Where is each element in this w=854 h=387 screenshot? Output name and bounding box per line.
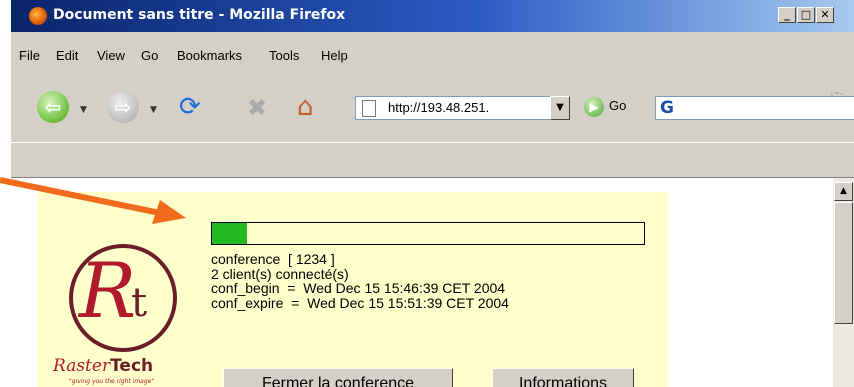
browser-window: Document sans titre - Mozilla Firefox _ … [11,0,854,387]
title-bar: Document sans titre - Mozilla Firefox _ … [11,0,854,32]
menu-tools[interactable]: Tools [269,48,299,63]
close-button[interactable]: ✕ [816,7,834,23]
progress-fill [212,223,247,244]
menu-bookmarks[interactable]: Bookmarks [177,48,242,63]
arrow-left-icon: ⇦ [44,95,62,119]
forward-history-dropdown[interactable]: ▼ [150,105,157,115]
conf-expire-line: conf_expire = Wed Dec 15 15:51:39 CET 20… [211,294,509,311]
menu-file[interactable]: File [19,48,40,63]
clients-connected-line: 2 client(s) connecté(s) [211,265,349,282]
logo-t-glyph: t [131,280,148,326]
navigation-toolbar: ⇦ ▼ ⇨ ▼ ⟳ ✖ ⌂ http://193.48.251. ▼ ▶ Go … [11,84,854,140]
reload-icon[interactable]: ⟳ [179,92,213,122]
menu-help[interactable]: Help [321,48,348,63]
minimize-button[interactable]: _ [778,7,796,23]
vertical-scrollbar[interactable]: ▲ [833,178,854,387]
url-dropdown-button[interactable]: ▼ [550,96,570,120]
url-bar[interactable]: http://193.48.251. [355,96,551,120]
menu-go[interactable]: Go [141,48,158,63]
conference-panel: R t RasterTech "giving you the right ima… [37,192,668,387]
home-icon[interactable]: ⌂ [297,92,331,122]
logo-r-glyph: R [79,246,137,335]
conference-id-line: conference [ 1234 ] [211,251,335,267]
arrow-right-icon: ⇨ [114,95,132,119]
go-button[interactable]: Go [609,98,626,113]
logo-brand-raster: Raster [53,356,111,376]
page-icon [362,100,376,117]
url-text: http://193.48.251. [388,100,490,115]
back-button[interactable]: ⇦ [37,91,69,123]
firefox-icon [29,7,47,25]
conf-begin-line: conf_begin = Wed Dec 15 15:46:39 CET 200… [211,280,506,296]
go-arrow-icon[interactable]: ▶ [584,97,604,117]
menu-view[interactable]: View [97,48,125,63]
search-box[interactable]: G [655,96,854,120]
rastertech-logo: R t RasterTech "giving you the right ima… [47,236,195,386]
menu-bar: File Edit View Go Bookmarks Tools Help [11,44,854,114]
conference-info: conference [ 1234 ] 2 client(s) connecté(… [211,252,509,310]
google-search-icon[interactable]: G [660,98,674,118]
logo-brand-tech: Tech [110,356,154,376]
logo-tagline: "giving you the right image" [69,378,155,385]
progress-bar [211,222,645,245]
scroll-thumb[interactable] [834,202,853,324]
back-history-dropdown[interactable]: ▼ [80,105,87,115]
maximize-button[interactable]: □ [797,7,815,23]
close-conference-button[interactable]: Fermer la conference [223,368,453,387]
menu-edit[interactable]: Edit [56,48,78,63]
scroll-up-button[interactable]: ▲ [834,182,853,201]
forward-button[interactable]: ⇨ [107,91,139,123]
bookmarks-toolbar [11,142,854,178]
informations-button[interactable]: Informations [492,368,634,387]
window-title: Document sans titre - Mozilla Firefox [53,7,346,23]
logo-brand: RasterTech [53,356,153,376]
stop-icon[interactable]: ✖ [247,94,275,122]
page-content: R t RasterTech "giving you the right ima… [11,178,833,387]
